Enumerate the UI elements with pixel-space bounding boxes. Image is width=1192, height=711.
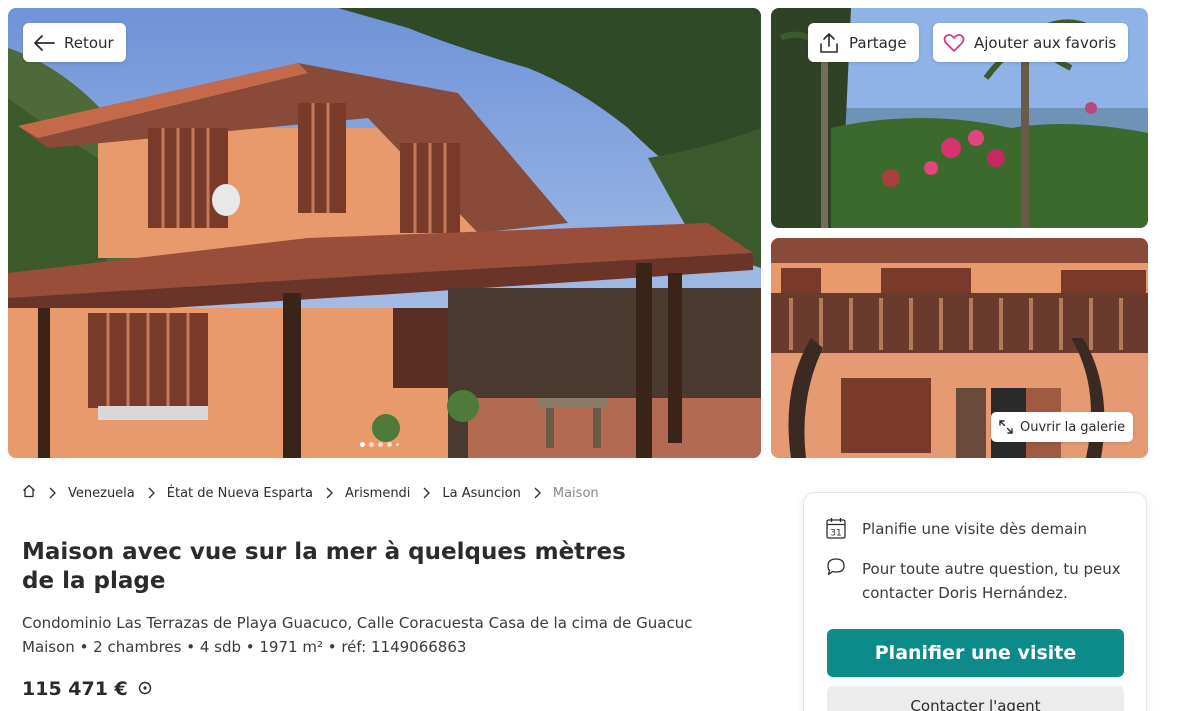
breadcrumb-item[interactable]: État de Nueva Esparta xyxy=(167,486,313,501)
heart-icon xyxy=(943,33,965,53)
slide-dot[interactable] xyxy=(369,442,374,447)
schedule-visit-button[interactable]: Planifier une visite xyxy=(827,629,1124,677)
price-row: 115 471 € xyxy=(22,678,152,700)
photo-gallery: Retour Partage Ajouter aux favoris Ouvri… xyxy=(8,8,1148,458)
share-button[interactable]: Partage xyxy=(808,23,919,62)
back-button[interactable]: Retour xyxy=(23,23,126,62)
chevron-right-icon xyxy=(422,487,431,499)
calendar-icon: 31 xyxy=(826,517,846,546)
chat-bubble-icon xyxy=(826,557,846,605)
chevron-right-icon xyxy=(48,487,56,499)
share-button-label: Partage xyxy=(849,33,907,52)
breadcrumb: Venezuela État de Nueva Esparta Arismend… xyxy=(22,484,599,502)
breadcrumb-item[interactable]: Arismendi xyxy=(345,486,410,501)
expand-icon xyxy=(999,420,1013,434)
visit-info: 31 Planifie une visite dès demain xyxy=(826,517,1087,546)
slide-dot[interactable] xyxy=(360,442,365,447)
chevron-right-icon xyxy=(533,487,541,499)
question-info: Pour toute autre question, tu peux conta… xyxy=(826,557,1136,605)
listing-title: Maison avec vue sur la mer à quelques mè… xyxy=(22,539,626,594)
arrow-left-icon xyxy=(33,34,55,51)
chevron-right-icon xyxy=(147,487,155,499)
slide-indicator xyxy=(360,442,399,447)
breadcrumb-current: Maison xyxy=(552,485,599,501)
contact-card: 31 Planifie une visite dès demain Pour t… xyxy=(803,492,1147,711)
open-gallery-label: Ouvrir la galerie xyxy=(1020,419,1126,435)
slide-dot[interactable] xyxy=(396,443,399,446)
info-icon[interactable] xyxy=(138,680,152,699)
favorites-button-label: Ajouter aux favoris xyxy=(974,33,1117,52)
contact-agent-button[interactable]: Contacter l'agent xyxy=(827,686,1124,711)
breadcrumb-item[interactable]: La Asuncion xyxy=(442,486,520,501)
slide-dot[interactable] xyxy=(378,442,383,447)
open-gallery-button[interactable]: Ouvrir la galerie xyxy=(991,412,1134,442)
calendar-day: 31 xyxy=(830,529,841,539)
add-to-favorites-button[interactable]: Ajouter aux favoris xyxy=(933,23,1129,62)
listing-address: Condominio Las Terrazas de Playa Guacuco… xyxy=(22,614,693,632)
chevron-right-icon xyxy=(325,487,333,499)
visit-text: Planifie une visite dès demain xyxy=(862,520,1087,538)
slide-dot[interactable] xyxy=(387,442,392,447)
listing-specs: Maison • 2 chambres • 4 sdb • 1971 m² • … xyxy=(22,638,467,656)
listing-price: 115 471 € xyxy=(22,678,128,700)
home-icon[interactable] xyxy=(22,484,36,502)
back-button-label: Retour xyxy=(64,33,114,52)
question-text: Pour toute autre question, tu peux conta… xyxy=(862,560,1121,602)
share-icon xyxy=(818,32,840,54)
main-photo[interactable] xyxy=(8,8,761,458)
breadcrumb-item[interactable]: Venezuela xyxy=(68,486,135,501)
